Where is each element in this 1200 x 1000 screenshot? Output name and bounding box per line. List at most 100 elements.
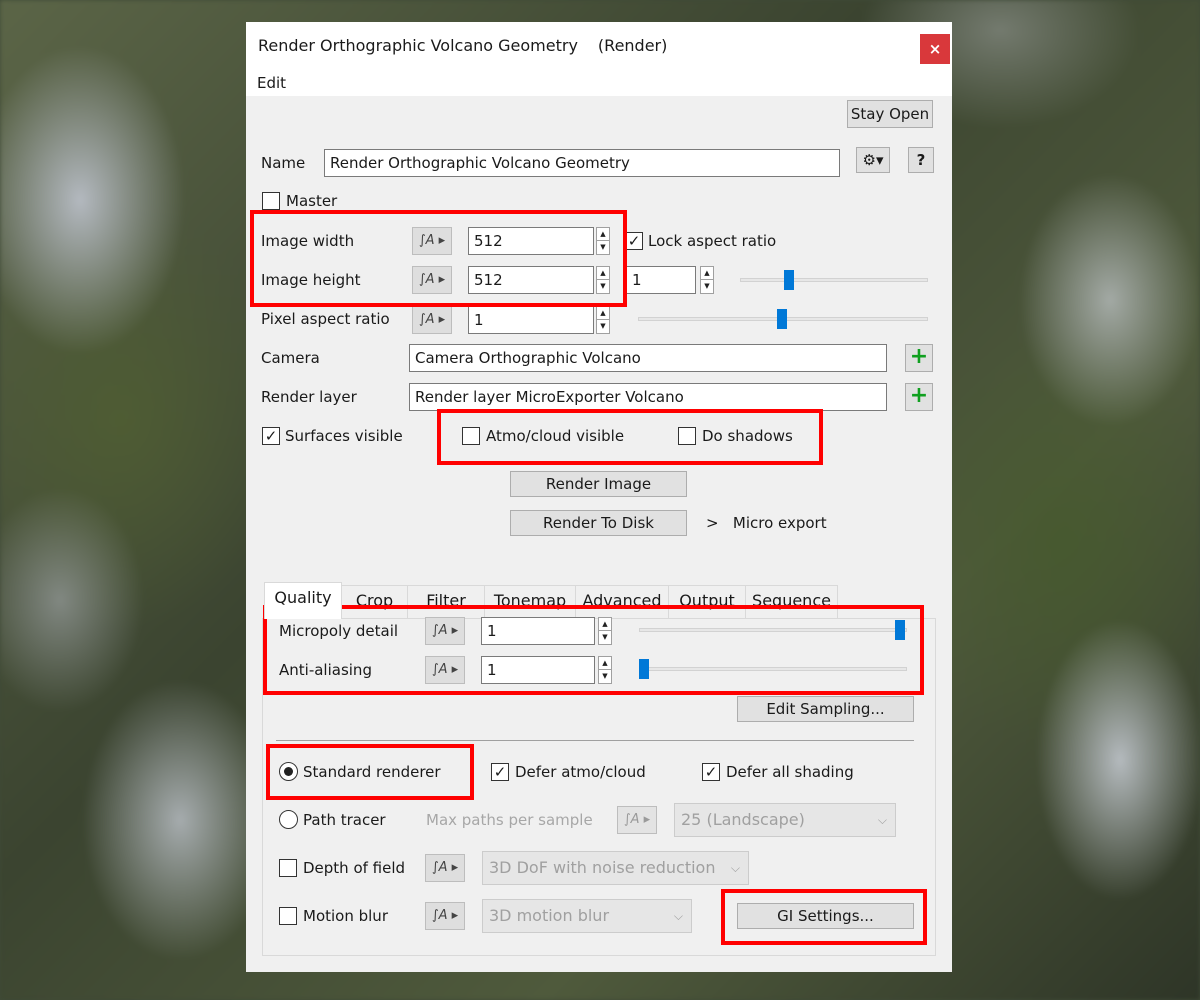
stay-open-button[interactable]: Stay Open (847, 100, 933, 128)
check-icon: ✓ (264, 427, 278, 445)
max-paths-anim-button[interactable]: ∫A ▸ (617, 806, 657, 834)
scale-spinner[interactable]: ▲ ▼ (700, 266, 714, 294)
gi-settings-button[interactable]: GI Settings... (737, 903, 914, 929)
scale-slider-track[interactable] (740, 278, 928, 282)
check-icon: ✓ (704, 763, 718, 781)
animation-icon: ∫A ▸ (623, 812, 651, 827)
surfaces-visible-checkbox[interactable]: ✓ (262, 427, 280, 445)
chevron-down-icon: ⌵ (730, 861, 740, 875)
motion-blur-label: Motion blur (303, 907, 388, 925)
antialias-anim-button[interactable]: ∫A ▸ (425, 656, 465, 684)
antialias-slider-thumb[interactable] (639, 659, 649, 679)
edit-sampling-button[interactable]: Edit Sampling... (737, 696, 914, 722)
render-layer-field[interactable]: Render layer MicroExporter Volcano (409, 383, 887, 411)
antialias-input[interactable]: 1 (481, 656, 595, 684)
standard-renderer-radio[interactable] (279, 762, 298, 781)
atmo-visible-label: Atmo/cloud visible (486, 427, 625, 445)
image-width-spinner[interactable]: ▲ ▼ (596, 227, 610, 255)
settings-button[interactable]: ⚙▾ (856, 147, 890, 173)
image-width-input[interactable]: 512 (468, 227, 594, 255)
tab-quality[interactable]: Quality (264, 582, 342, 619)
path-tracer-label: Path tracer (303, 811, 386, 829)
tab-tonemap[interactable]: Tonemap (484, 585, 576, 618)
window-title: Render Orthographic Volcano Geometry (Ren… (258, 36, 668, 55)
menu-bar: Edit (246, 72, 952, 96)
divider (276, 740, 914, 741)
animation-icon: ∫A ▸ (431, 860, 459, 875)
gear-icon: ⚙▾ (862, 151, 884, 169)
help-button[interactable]: ? (908, 147, 934, 173)
max-paths-select[interactable]: 25 (Landscape) ⌵ (674, 803, 896, 837)
pixel-aspect-anim-button[interactable]: ∫A ▸ (412, 306, 452, 334)
depth-of-field-label: Depth of field (303, 859, 406, 877)
dof-select[interactable]: 3D DoF with noise reduction ⌵ (482, 851, 749, 885)
render-image-button[interactable]: Render Image (510, 471, 687, 497)
dof-anim-button[interactable]: ∫A ▸ (425, 854, 465, 882)
animation-icon: ∫A ▸ (418, 312, 446, 327)
micropoly-anim-button[interactable]: ∫A ▸ (425, 617, 465, 645)
add-render-layer-button[interactable]: + (905, 383, 933, 411)
tab-crop[interactable]: Crop (341, 585, 408, 618)
micropoly-input[interactable]: 1 (481, 617, 595, 645)
atmo-visible-checkbox[interactable] (462, 427, 480, 445)
menu-edit[interactable]: Edit (257, 74, 286, 92)
tab-output[interactable]: Output (668, 585, 746, 618)
micropoly-slider-thumb[interactable] (895, 620, 905, 640)
animation-icon: ∫A ▸ (431, 908, 459, 923)
do-shadows-label: Do shadows (702, 427, 793, 445)
plus-icon: + (909, 344, 929, 369)
depth-of-field-checkbox[interactable] (279, 859, 297, 877)
plus-icon: + (909, 383, 929, 408)
tab-filter[interactable]: Filter (407, 585, 485, 618)
motion-blur-anim-button[interactable]: ∫A ▸ (425, 902, 465, 930)
scale-slider-thumb[interactable] (784, 270, 794, 290)
camera-field[interactable]: Camera Orthographic Volcano (409, 344, 887, 372)
defer-atmo-label: Defer atmo/cloud (515, 763, 646, 781)
antialias-spinner[interactable]: ▲ ▼ (598, 656, 612, 684)
image-height-input[interactable]: 512 (468, 266, 594, 294)
tab-sequence[interactable]: Sequence (745, 585, 838, 618)
master-checkbox[interactable] (262, 192, 280, 210)
animation-icon: ∫A ▸ (418, 233, 446, 248)
max-paths-label: Max paths per sample (426, 811, 593, 829)
defer-shading-checkbox[interactable]: ✓ (702, 763, 720, 781)
name-field[interactable]: Render Orthographic Volcano Geometry (324, 149, 840, 177)
path-tracer-radio[interactable] (279, 810, 298, 829)
title-bar: Render Orthographic Volcano Geometry (Ren… (246, 22, 952, 72)
chevron-down-icon: ⌵ (877, 813, 887, 827)
defer-shading-label: Defer all shading (726, 763, 854, 781)
pixel-aspect-spinner[interactable]: ▲ ▼ (596, 306, 610, 334)
micropoly-slider-track[interactable] (639, 628, 907, 632)
render-to-disk-button[interactable]: Render To Disk (510, 510, 687, 536)
image-height-anim-button[interactable]: ∫A ▸ (412, 266, 452, 294)
close-icon: × (928, 40, 942, 58)
chevron-down-icon: ⌵ (673, 909, 683, 923)
check-icon: ✓ (627, 232, 641, 250)
tab-advanced[interactable]: Advanced (575, 585, 669, 618)
motion-blur-select[interactable]: 3D motion blur ⌵ (482, 899, 692, 933)
scale-input[interactable]: 1 (626, 266, 696, 294)
render-layer-label: Render layer (261, 388, 357, 406)
camera-label: Camera (261, 349, 320, 367)
do-shadows-checkbox[interactable] (678, 427, 696, 445)
defer-atmo-checkbox[interactable]: ✓ (491, 763, 509, 781)
image-height-spinner[interactable]: ▲ ▼ (596, 266, 610, 294)
master-label: Master (286, 192, 338, 210)
pixel-aspect-input[interactable]: 1 (468, 306, 594, 334)
lock-aspect-checkbox[interactable]: ✓ (625, 232, 643, 250)
motion-blur-checkbox[interactable] (279, 907, 297, 925)
render-dialog: Render Orthographic Volcano Geometry (Ren… (246, 22, 952, 972)
pixel-aspect-slider-thumb[interactable] (777, 309, 787, 329)
standard-renderer-label: Standard renderer (303, 763, 441, 781)
image-height-label: Image height (261, 271, 361, 289)
add-camera-button[interactable]: + (905, 344, 933, 372)
micro-export-link[interactable]: > Micro export (706, 514, 827, 532)
antialias-slider-track[interactable] (639, 667, 907, 671)
micropoly-spinner[interactable]: ▲ ▼ (598, 617, 612, 645)
image-width-anim-button[interactable]: ∫A ▸ (412, 227, 452, 255)
check-icon: ✓ (493, 763, 507, 781)
close-button[interactable]: × (920, 34, 950, 64)
animation-icon: ∫A ▸ (418, 272, 446, 287)
animation-icon: ∫A ▸ (431, 662, 459, 677)
name-label: Name (261, 154, 306, 172)
